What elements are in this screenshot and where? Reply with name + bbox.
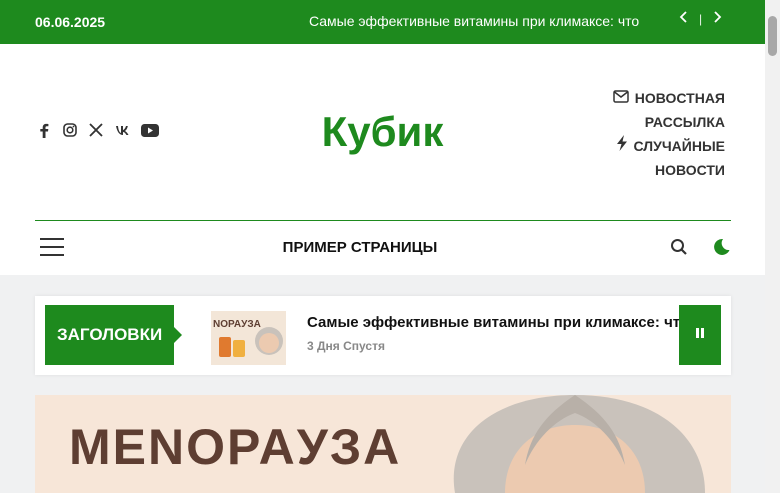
top-bar: 06.06.2025 Самые эффективные витамины пр… <box>0 0 765 44</box>
newsletter-label-line2: РАССЫЛКА <box>644 114 725 130</box>
news-ticker-link[interactable]: Самые эффективные витамины при климаксе:… <box>309 13 659 29</box>
hero-woman-illustration <box>453 395 705 493</box>
pause-button[interactable] <box>679 305 721 365</box>
badge-arrow <box>174 327 182 343</box>
headlines-ticker: ЗАГОЛОВКИ NOPAУЗА Самые эффективные вита… <box>35 296 731 375</box>
ticker-nav: | <box>679 10 722 28</box>
headline-thumbnail[interactable]: NOPAУЗА <box>211 311 286 365</box>
hero-banner-image[interactable]: MENOPAУЗА <box>35 395 731 493</box>
headline-title-link[interactable]: Самые эффективные витамины при климаксе:… <box>307 314 679 331</box>
header-divider <box>35 220 731 221</box>
random-news-link[interactable]: СЛУЧАЙНЫЕ НОВОСТИ <box>613 134 725 182</box>
bolt-icon <box>616 134 628 158</box>
dark-mode-toggle-icon[interactable] <box>711 237 731 262</box>
hero-banner-text: MENOPAУЗА <box>69 419 402 475</box>
page-scrollbar[interactable] <box>765 0 780 493</box>
pause-icon <box>695 326 705 344</box>
random-news-label: СЛУЧАЙНЫЕ НОВОСТИ <box>634 134 725 182</box>
headlines-badge: ЗАГОЛОВКИ <box>45 305 174 365</box>
newsletter-link[interactable]: НОВОСТНАЯ РАССЫЛКА <box>613 86 725 134</box>
newsletter-label: НОВОСТНАЯ РАССЫЛКА <box>635 86 725 134</box>
main-menu-bar: ПРИМЕР СТРАНИЦЫ <box>35 234 731 264</box>
newsletter-label-line1: НОВОСТНАЯ <box>634 90 725 106</box>
nav-separator: | <box>699 12 703 26</box>
scrollbar-thumb[interactable] <box>768 16 777 56</box>
search-icon[interactable] <box>670 238 688 261</box>
chevron-right-icon[interactable] <box>712 10 722 28</box>
random-news-label-line1: СЛУЧАЙНЫЕ <box>633 138 725 154</box>
envelope-icon <box>613 86 629 110</box>
headline-time: 3 Дня Спустя <box>307 339 385 353</box>
menu-item-sample-page[interactable]: ПРИМЕР СТРАНИЦЫ <box>35 239 685 256</box>
header-links: НОВОСТНАЯ РАССЫЛКА СЛУЧАЙНЫЕ НОВОСТИ <box>613 86 725 182</box>
thumbnail-logo-text: NOPAУЗА <box>213 319 261 330</box>
current-date: 06.06.2025 <box>35 14 106 30</box>
random-news-label-line2: НОВОСТИ <box>654 162 725 178</box>
chevron-left-icon[interactable] <box>679 10 689 28</box>
site-header: Кубик НОВОСТНАЯ РАССЫЛКА СЛУЧАЙНЫЕ НОВОС… <box>0 44 765 275</box>
